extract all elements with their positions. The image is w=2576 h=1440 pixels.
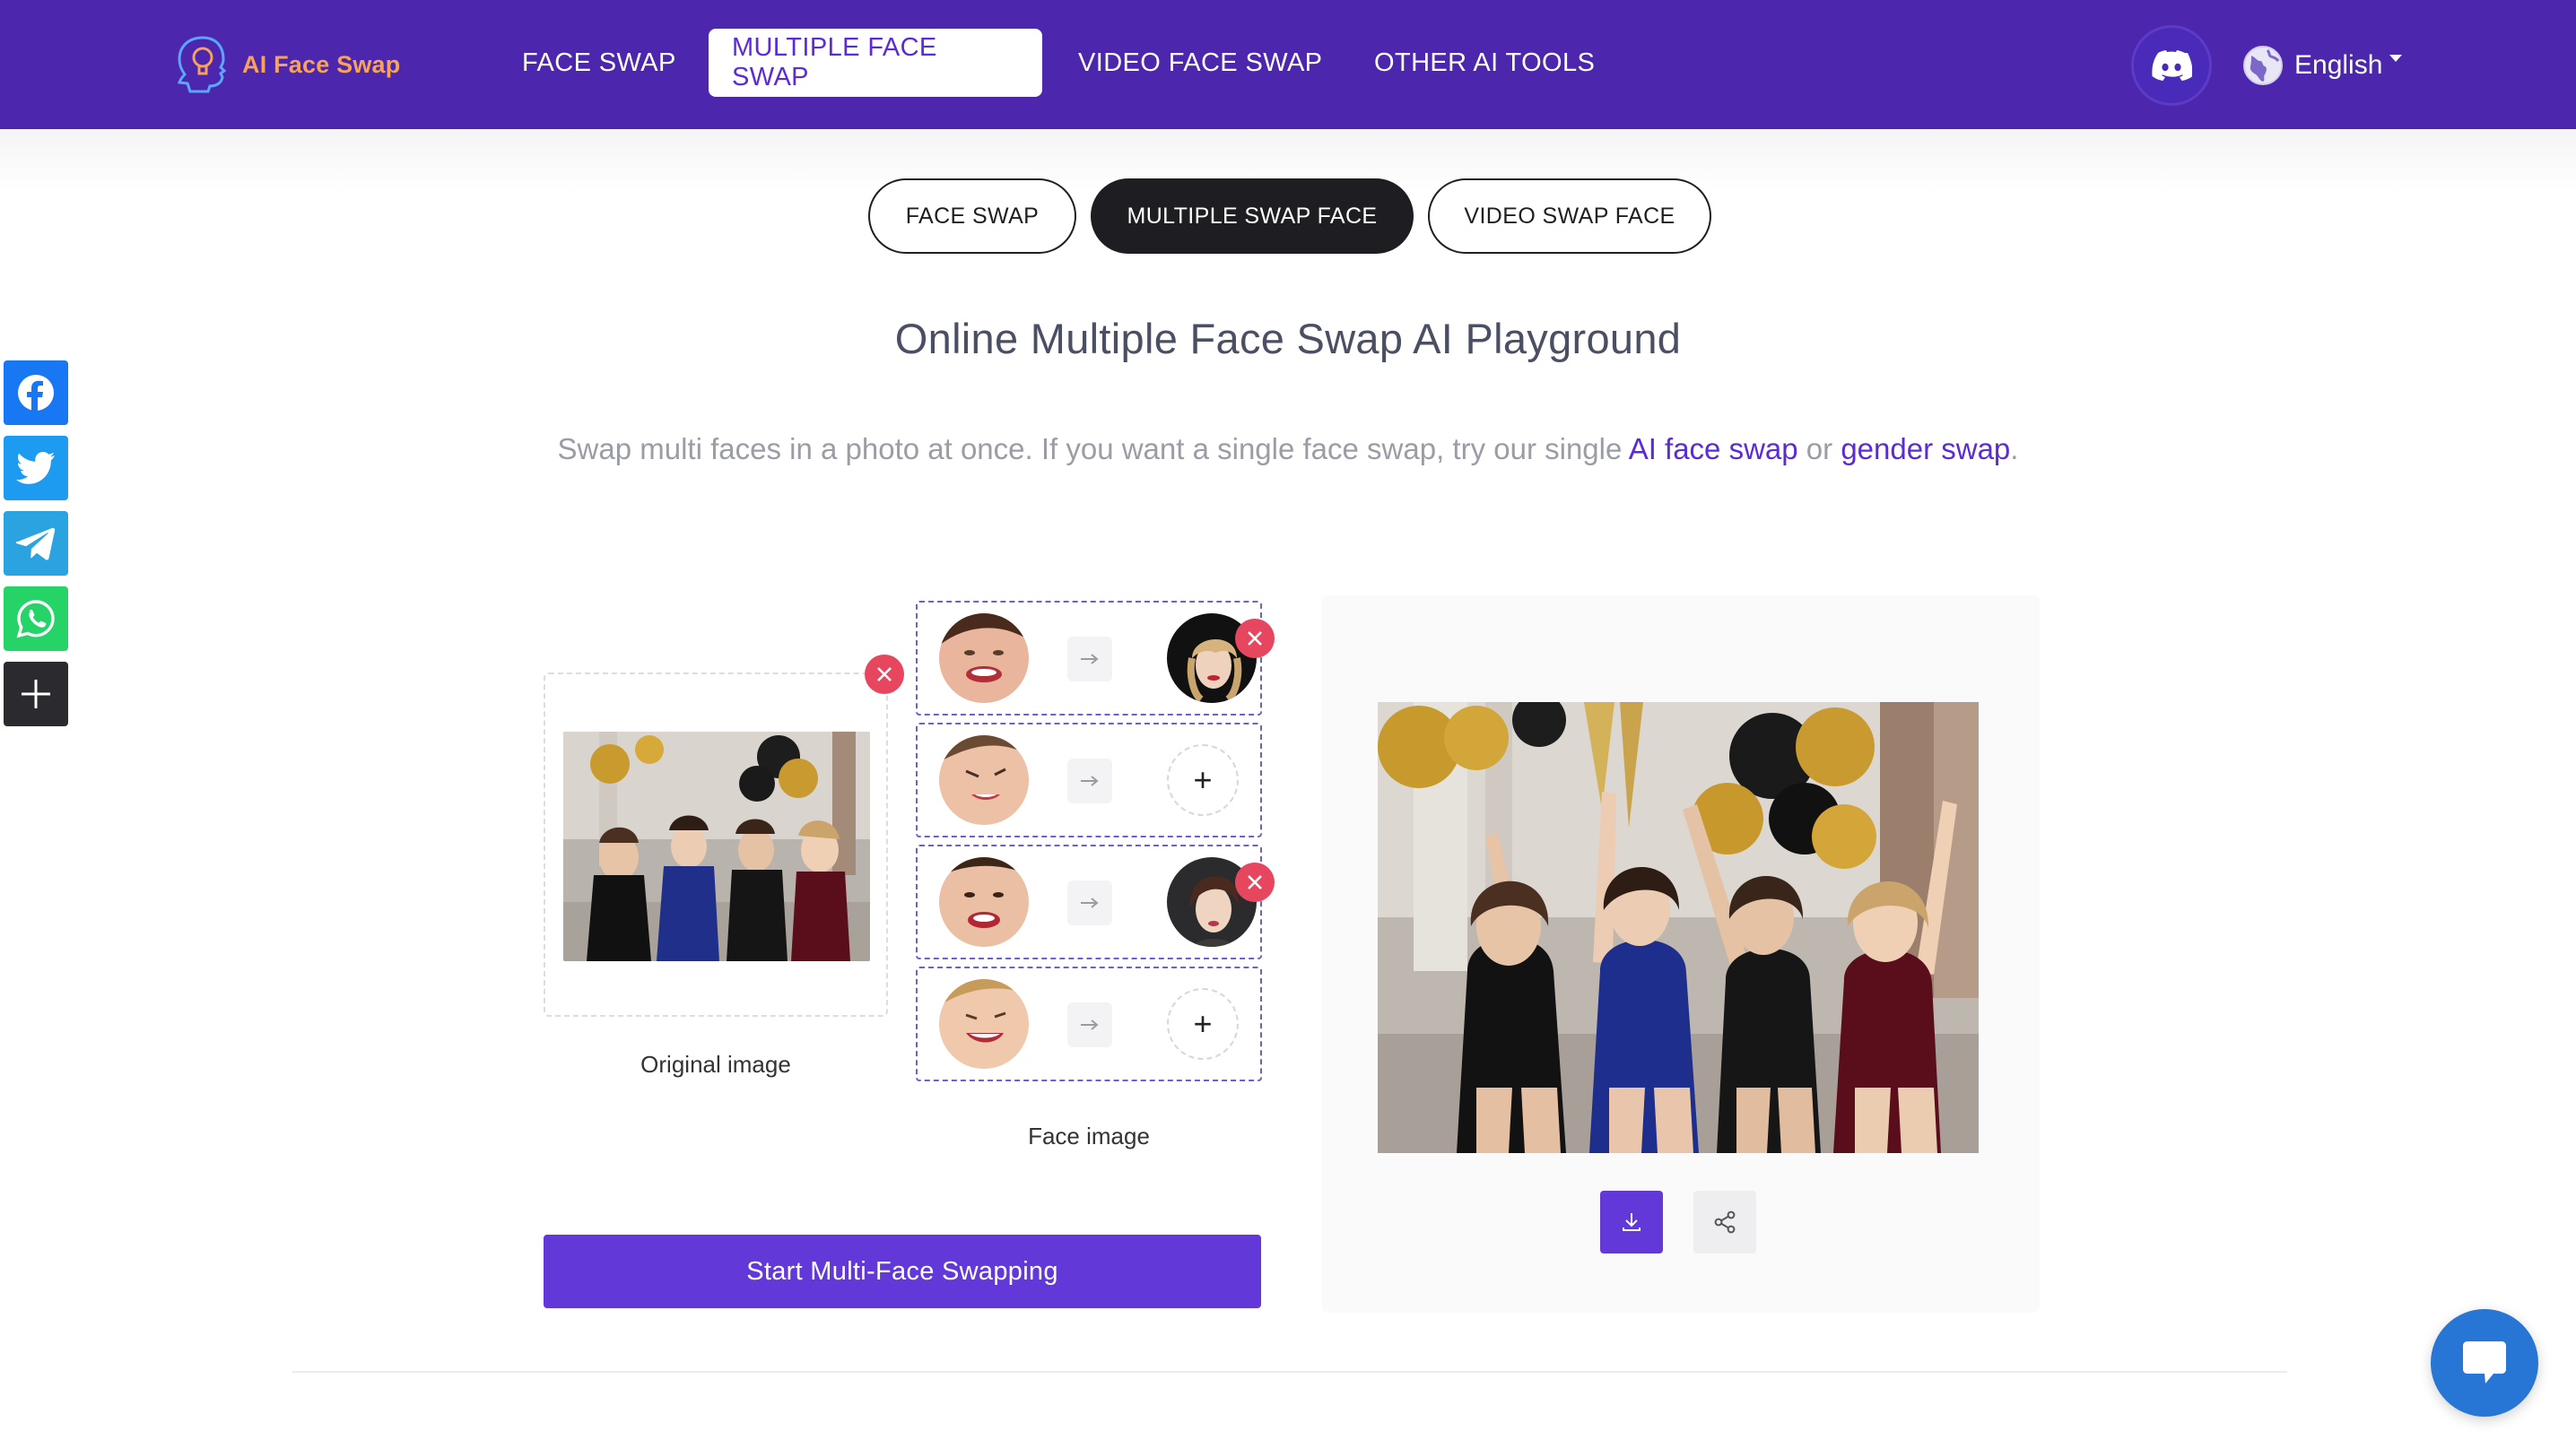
share-telegram-button[interactable] [4, 511, 68, 576]
arrow-right-icon [1081, 776, 1099, 786]
globe-icon [2243, 46, 2283, 85]
original-image-dropzone[interactable] [544, 672, 888, 1017]
swap-arrow [1067, 759, 1112, 803]
plus-icon [22, 680, 50, 708]
language-selector[interactable]: English [2242, 43, 2403, 88]
chat-bubble-icon [2463, 1341, 2506, 1384]
share-twitter-button[interactable] [4, 436, 68, 500]
share-facebook-button[interactable] [4, 360, 68, 425]
close-icon [1248, 631, 1262, 646]
arrow-right-icon [1081, 1019, 1099, 1030]
discord-icon [2152, 50, 2192, 81]
brand-logo[interactable]: AI Face Swap [169, 32, 400, 97]
tab-multiple-swap-face[interactable]: MULTIPLE SWAP FACE [1091, 178, 1414, 254]
detected-face-thumbnail [939, 735, 1029, 825]
discord-button[interactable] [2131, 25, 2212, 106]
whatsapp-icon [16, 600, 55, 638]
add-face-button[interactable]: + [1167, 988, 1239, 1060]
download-icon [1623, 1213, 1640, 1231]
remove-original-image-button[interactable] [865, 655, 904, 694]
facebook-icon [18, 375, 54, 411]
language-label: English [2294, 50, 2383, 80]
download-button[interactable] [1600, 1191, 1663, 1253]
page-subtitle: Swap multi faces in a photo at once. If … [0, 432, 2576, 466]
share-icon [1714, 1210, 1736, 1234]
close-icon [877, 667, 892, 681]
ai-face-swap-link[interactable]: AI face swap [1629, 432, 1798, 465]
head-lightbulb-icon [177, 36, 227, 93]
share-more-button[interactable] [4, 662, 68, 726]
nav-face-swap[interactable]: FACE SWAP [499, 29, 700, 97]
share-whatsapp-button[interactable] [4, 586, 68, 651]
live-chat-button[interactable] [2431, 1309, 2538, 1417]
face-pair-row [916, 601, 1262, 716]
section-divider [292, 1371, 2287, 1373]
swap-arrow [1067, 880, 1112, 925]
subtitle-text: Swap multi faces in a photo at once. If … [557, 432, 1629, 465]
close-icon [1248, 875, 1262, 889]
party-photo-thumbnail [563, 732, 870, 961]
telegram-icon [16, 527, 56, 560]
brand-name: AI Face Swap [242, 50, 401, 78]
original-image-thumbnail [563, 732, 870, 961]
swap-arrow [1067, 637, 1112, 681]
face-pair-row [916, 845, 1262, 959]
swap-arrow [1067, 1002, 1112, 1047]
detected-face-thumbnail [939, 613, 1029, 703]
face-pair-row: + [916, 723, 1262, 837]
detected-face-thumbnail [939, 857, 1029, 947]
add-face-button[interactable]: + [1167, 744, 1239, 816]
nav-other-ai-tools[interactable]: OTHER AI TOOLS [1351, 29, 1618, 97]
party-photo-result [1378, 702, 1979, 1153]
start-multi-face-swapping-button[interactable]: Start Multi-Face Swapping [544, 1235, 1261, 1308]
face-image-caption: Face image [1028, 1123, 1150, 1149]
remove-face-button[interactable] [1235, 619, 1275, 658]
nav-video-face-swap[interactable]: VIDEO FACE SWAP [1055, 29, 1345, 97]
page-title: Online Multiple Face Swap AI Playground [894, 315, 1682, 362]
gender-swap-link[interactable]: gender swap [1841, 432, 2010, 465]
original-image-caption: Original image [640, 1051, 791, 1078]
chevron-down-icon [2389, 55, 2403, 62]
nav-multiple-face-swap[interactable]: MULTIPLE FACE SWAP [709, 29, 1042, 97]
top-navbar: AI Face Swap FACE SWAP MULTIPLE FACE SWA… [0, 0, 2576, 129]
subtitle-end: . [2010, 432, 2019, 465]
twitter-icon [16, 452, 56, 484]
subtitle-or: or [1797, 432, 1841, 465]
share-button[interactable] [1693, 1191, 1756, 1253]
arrow-right-icon [1081, 654, 1099, 664]
detected-face-thumbnail [939, 979, 1029, 1069]
tab-face-swap[interactable]: FACE SWAP [868, 178, 1076, 254]
remove-face-button[interactable] [1235, 863, 1275, 902]
face-pair-row: + [916, 967, 1262, 1081]
tab-video-swap-face[interactable]: VIDEO SWAP FACE [1428, 178, 1711, 254]
arrow-right-icon [1081, 898, 1099, 908]
result-image [1378, 702, 1979, 1153]
